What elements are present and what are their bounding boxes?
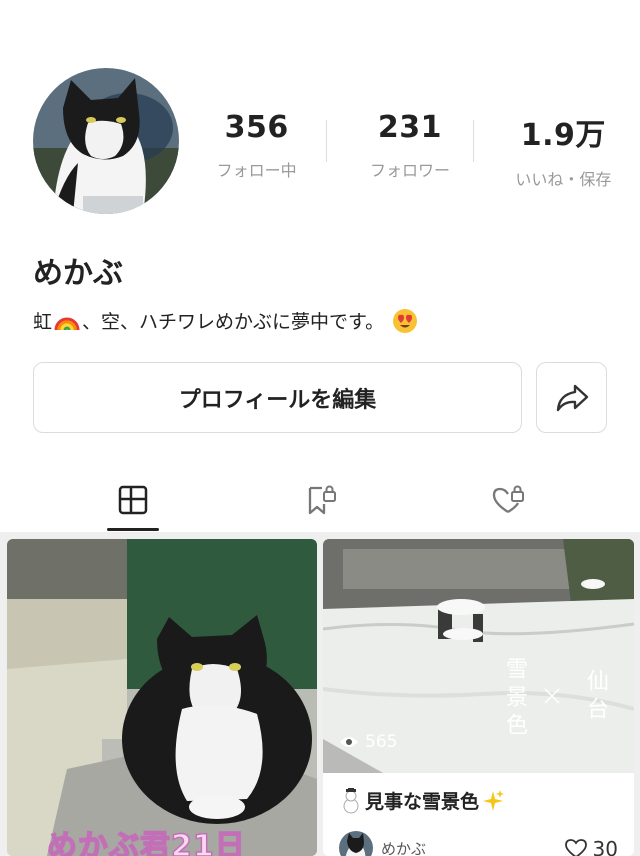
sparkles-icon [483,789,505,811]
tab-saved[interactable] [290,470,350,530]
profile-tabs [0,470,640,532]
view-count: 565 [339,732,397,752]
stat-followers-value: 231 [377,110,443,145]
rainbow-icon [54,310,80,332]
snowman-icon [343,787,359,813]
profile-header: 356 フォロー中 231 フォロワー 1.9万 いいね・保存 めかぶ 虹 、空… [0,0,640,460]
edit-profile-button[interactable]: プロフィールを編集 [33,362,522,433]
view-count-value: 565 [365,732,398,752]
eye-icon [340,737,358,747]
avatar[interactable] [33,68,179,214]
stat-divider [326,120,327,162]
stat-divider [473,120,474,162]
profile-stats: 356 フォロー中 231 フォロワー 1.9万 いいね・保存 [180,100,640,189]
overlay-snow-scene: 雪景色 [502,657,527,741]
post-card[interactable]: 雪景色 仙台 565 見事な雪景色 めかぶ 30 [323,539,634,856]
like-count-value: 30 [592,837,618,856]
tab-liked[interactable] [478,470,538,530]
like-count[interactable]: 30 [564,837,618,856]
stat-likes-label: いいね・保存 [515,170,612,189]
stat-followers-label: フォロワー [369,161,450,180]
tab-posts[interactable] [103,470,163,530]
post-title: 見事な雪景色 [339,787,505,814]
share-button[interactable] [536,362,607,433]
heart-icon [564,839,587,856]
stat-following-label: フォロー中 [216,161,297,180]
share-icon [556,384,588,411]
post-author[interactable]: めかぶ [339,831,426,856]
liked-lock-icon [492,485,524,513]
post-card[interactable]: めかぶ君21日 [7,539,317,856]
heart-eyes-icon [392,308,418,334]
stat-following-value: 356 [224,110,289,145]
bio-text-start: 虹 [33,311,53,333]
active-tab-indicator [107,528,159,531]
profile-username: めかぶ [33,256,123,291]
post-overlay-caption: めかぶ君21日 [46,828,246,856]
posts-grid-icon [118,485,148,515]
post-image-cat [7,539,317,856]
author-name: めかぶ [381,839,427,856]
posts-grid: めかぶ君21日 雪景色 仙台 565 見事な雪景色 めかぶ 30 [0,532,640,856]
stat-likes-value: 1.9万 [520,118,606,153]
bio-text-end: 、空、ハチワレめかぶに夢中です。 [82,311,385,333]
overlay-sendai: 仙台 [583,669,608,725]
stat-followers[interactable]: 231 フォロワー [333,100,486,180]
saved-lock-icon [308,485,336,515]
post-image-snow: 雪景色 仙台 565 [323,539,634,773]
stat-likes-saves[interactable]: 1.9万 いいね・保存 [487,100,640,189]
stat-following[interactable]: 356 フォロー中 [180,100,333,180]
profile-bio: 虹 、空、ハチワレめかぶに夢中です。 [33,307,418,334]
author-avatar [339,831,373,856]
post-title-text: 見事な雪景色 [365,791,480,813]
